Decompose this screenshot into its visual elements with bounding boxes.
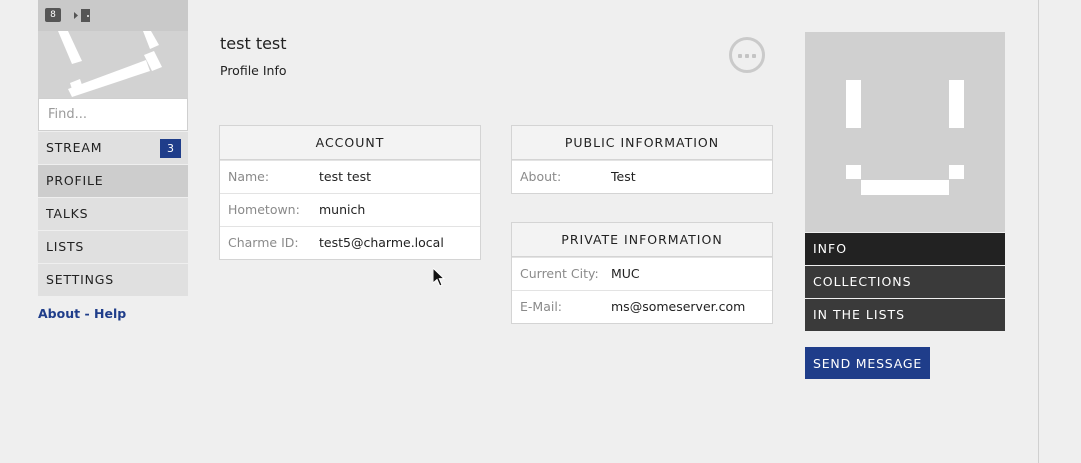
sidebar-item-label: SETTINGS	[46, 272, 114, 287]
card-heading: PUBLIC INFORMATION	[512, 126, 772, 160]
right-panel: INFO COLLECTIONS IN THE LISTS SEND MESSA…	[805, 32, 1005, 379]
more-dot-icon	[745, 54, 749, 58]
help-link[interactable]: Help	[94, 306, 126, 321]
sidebar-item-profile[interactable]: PROFILE	[38, 165, 188, 197]
about-link[interactable]: About	[38, 306, 80, 321]
sidebar-item-label: PROFILE	[46, 173, 104, 188]
mouse-cursor-icon	[433, 268, 445, 287]
tab-label: INFO	[813, 241, 848, 256]
logout-icon[interactable]	[74, 8, 92, 23]
info-row: E-Mail: ms@someserver.com	[512, 290, 772, 323]
card-heading: ACCOUNT	[220, 126, 480, 160]
sidebar-item-label: LISTS	[46, 239, 85, 254]
info-row: About: Test	[512, 160, 772, 193]
field-label: Current City:	[520, 266, 599, 281]
send-message-button[interactable]: SEND MESSAGE	[805, 347, 931, 379]
tab-label: IN THE LISTS	[813, 307, 906, 322]
tab-in-the-lists[interactable]: IN THE LISTS	[805, 299, 1005, 331]
search-input[interactable]	[38, 98, 188, 131]
card-heading: PRIVATE INFORMATION	[512, 223, 772, 257]
field-label: E-Mail:	[520, 299, 563, 314]
info-row: Current City: MUC	[512, 257, 772, 290]
sidebar-item-settings[interactable]: SETTINGS	[38, 264, 188, 296]
field-value: Test	[611, 169, 636, 184]
tab-info[interactable]: INFO	[805, 233, 1005, 265]
page-title: test test	[220, 34, 287, 53]
account-card: ACCOUNT Name: test test Hometown: munich…	[219, 125, 481, 260]
field-value: MUC	[611, 266, 640, 281]
field-value: test test	[319, 169, 371, 184]
link-separator: -	[80, 306, 94, 321]
field-label: Charme ID:	[228, 235, 299, 250]
avatar-smiley-icon	[58, 31, 162, 97]
tab-label: COLLECTIONS	[813, 274, 912, 289]
field-value: ms@someserver.com	[611, 299, 746, 314]
top-bar: 8	[38, 0, 188, 31]
sidebar-item-label: TALKS	[46, 206, 89, 221]
avatar	[38, 31, 188, 98]
sidebar-item-label: STREAM	[46, 140, 103, 155]
sidebar-item-talks[interactable]: TALKS	[38, 198, 188, 230]
more-options-button[interactable]	[729, 37, 765, 73]
profile-avatar	[805, 32, 1005, 232]
more-dot-icon	[738, 54, 742, 58]
page-right-border	[1038, 0, 1039, 463]
avatar-smiley-icon	[846, 80, 964, 195]
stream-count-badge: 3	[160, 139, 181, 158]
tab-collections[interactable]: COLLECTIONS	[805, 266, 1005, 298]
field-label: Name:	[228, 169, 270, 184]
private-info-card: PRIVATE INFORMATION Current City: MUC E-…	[511, 222, 773, 324]
info-row: Hometown: munich	[220, 193, 480, 226]
page-subtitle: Profile Info	[220, 63, 287, 78]
main-content: test test Profile Info ACCOUNT Name: tes…	[188, 0, 788, 352]
public-info-card: PUBLIC INFORMATION About: Test	[511, 125, 773, 194]
field-value: munich	[319, 202, 366, 217]
field-label: Hometown:	[228, 202, 300, 217]
footer-links: About - Help	[38, 306, 188, 321]
info-row: Charme ID: test5@charme.local	[220, 226, 480, 259]
field-value: test5@charme.local	[319, 235, 444, 250]
sidebar-item-lists[interactable]: LISTS	[38, 231, 188, 263]
more-dot-icon	[752, 54, 756, 58]
sidebar-item-stream[interactable]: STREAM 3	[38, 132, 188, 164]
field-label: About:	[520, 169, 562, 184]
info-row: Name: test test	[220, 160, 480, 193]
left-sidebar: 8 STREAM 3 PROFILE TALKS LISTS SETTI	[38, 0, 188, 321]
notification-count[interactable]: 8	[45, 8, 61, 22]
